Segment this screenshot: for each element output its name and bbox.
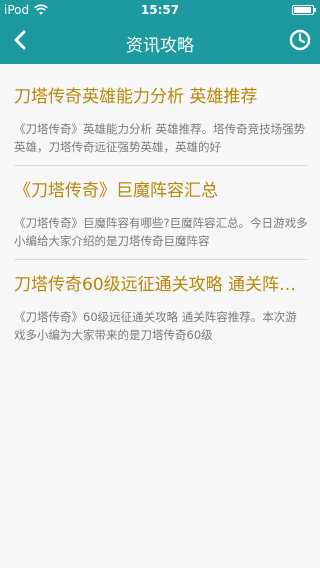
- page-title: 资讯攻略: [126, 36, 194, 56]
- article-summary: 《刀塔传奇》60级远征通关攻略 通关阵容推荐。本次游戏多小编为大家带来的是刀塔传…: [14, 310, 297, 342]
- nav-bar: 资讯攻略: [0, 20, 320, 64]
- article-item[interactable]: 刀塔传奇英雄能力分析 英雄推荐 《刀塔传奇》英雄能力分析 英雄推荐。塔传奇竞技场…: [0, 64, 320, 165]
- article-summary: 《刀塔传奇》巨魔阵容有哪些?巨魔阵容汇总。今日游戏多小编给大家介绍的是刀塔传奇巨…: [14, 216, 308, 248]
- history-button[interactable]: [286, 28, 314, 56]
- app-screen: iPod 15:57 资讯攻略 刀塔传奇英雄能力分析 英雄推荐 《刀塔传奇》英雄…: [0, 0, 320, 568]
- status-time: 15:57: [140, 3, 180, 17]
- article-list: 刀塔传奇英雄能力分析 英雄推荐 《刀塔传奇》英雄能力分析 英雄推荐。塔传奇竞技场…: [0, 64, 320, 353]
- clock-icon: [289, 29, 311, 55]
- status-bar: iPod 15:57: [0, 0, 320, 20]
- battery-icon: [292, 5, 316, 15]
- article-title: 刀塔传奇60级远征通关攻略 通关阵容推荐: [14, 275, 308, 295]
- article-summary: 《刀塔传奇》英雄能力分析 英雄推荐。塔传奇竞技场强势英雄，刀塔传奇远征强势英雄，…: [14, 122, 306, 154]
- article-title: 刀塔传奇英雄能力分析 英雄推荐: [14, 87, 258, 107]
- article-item[interactable]: 《刀塔传奇》巨魔阵容汇总 《刀塔传奇》巨魔阵容有哪些?巨魔阵容汇总。今日游戏多小…: [0, 166, 320, 259]
- top-bar: iPod 15:57 资讯攻略: [0, 0, 320, 64]
- article-item[interactable]: 刀塔传奇60级远征通关攻略 通关阵容推荐 《刀塔传奇》60级远征通关攻略 通关阵…: [0, 260, 320, 353]
- article-title: 《刀塔传奇》巨魔阵容汇总: [14, 181, 218, 201]
